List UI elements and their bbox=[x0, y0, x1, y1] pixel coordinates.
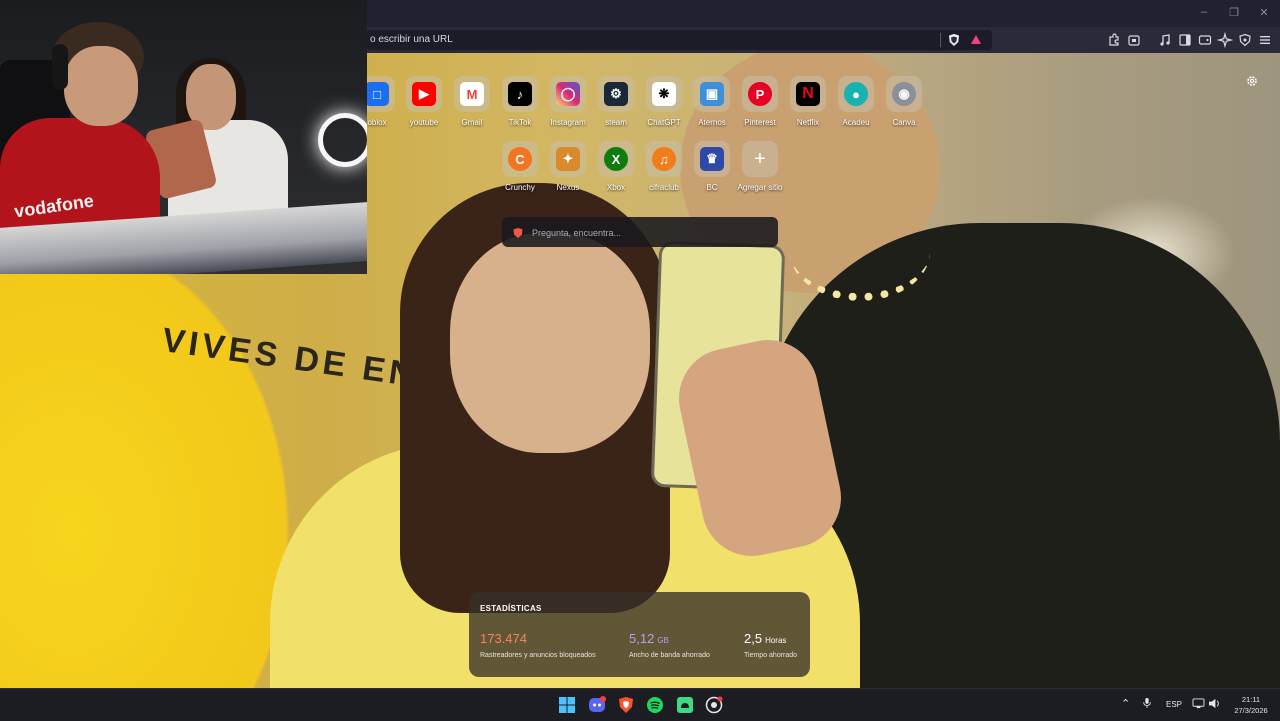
spotify-icon[interactable] bbox=[646, 696, 664, 714]
sidebar-icon[interactable] bbox=[1177, 32, 1193, 48]
gmail-icon: M bbox=[460, 82, 484, 106]
time-value: 2,5 bbox=[744, 631, 763, 646]
android-app-icon[interactable] bbox=[676, 696, 694, 714]
stat-bandwidth: 5,12 GB Ancho de banda ahorrado bbox=[629, 630, 710, 659]
trackers-label: Rastreadores y anuncios bloqueados bbox=[480, 652, 596, 659]
volume-icon[interactable] bbox=[1208, 698, 1221, 711]
netflix-icon: N bbox=[796, 82, 820, 106]
vpn-shield-icon[interactable] bbox=[1237, 32, 1253, 48]
search-placeholder: Pregunta, encuentra... bbox=[532, 228, 622, 238]
wallet-icon[interactable] bbox=[1126, 32, 1142, 48]
cifraclub-icon: ♫ bbox=[652, 147, 676, 171]
windows-start-icon[interactable] bbox=[558, 696, 576, 714]
add-site-label: Agregar sitio bbox=[737, 183, 783, 192]
address-bar-placeholder: o escribir una URL bbox=[370, 34, 453, 45]
aternos-icon: ▣ bbox=[700, 82, 724, 106]
tray-chevron-up-icon[interactable]: ⌃ bbox=[1121, 697, 1130, 710]
language-indicator[interactable]: ESP bbox=[1166, 700, 1182, 709]
address-bar[interactable]: o escribir una URL bbox=[366, 30, 992, 50]
search-box[interactable]: Pregunta, encuentra... bbox=[502, 217, 778, 247]
close-icon[interactable]: ✕ bbox=[1256, 6, 1272, 19]
acadeu-icon: ● bbox=[844, 82, 868, 106]
stat-time: 2,5 Horas Tiempo ahorrado bbox=[744, 630, 797, 659]
extensions-icon[interactable] bbox=[1106, 32, 1122, 48]
canva-icon: ◉ bbox=[892, 82, 916, 106]
bandwidth-unit: GB bbox=[657, 636, 669, 645]
pinterest-icon: P bbox=[748, 82, 772, 106]
media-icon[interactable] bbox=[1157, 32, 1173, 48]
wallet-card-icon[interactable] bbox=[1197, 32, 1213, 48]
top-site-label: Canva bbox=[892, 118, 916, 127]
trackers-value: 173.474 bbox=[480, 631, 527, 646]
clock-time: 21:11 bbox=[1241, 695, 1261, 704]
brave-browser-icon[interactable] bbox=[617, 696, 635, 714]
add-site-button[interactable]: + Agregar sitio bbox=[736, 141, 784, 192]
nexus-icon: ✦ bbox=[556, 147, 580, 171]
time-unit: Horas bbox=[765, 636, 787, 645]
plus-icon: + bbox=[754, 147, 766, 170]
customize-gear-icon[interactable] bbox=[1245, 74, 1259, 88]
ring-light bbox=[318, 113, 367, 167]
restore-icon[interactable]: ❐ bbox=[1226, 6, 1242, 19]
minimize-icon[interactable]: – bbox=[1196, 6, 1212, 18]
brave-shields-icon[interactable] bbox=[946, 32, 962, 48]
webcam-overlay: vodafone bbox=[0, 0, 367, 274]
network-icon[interactable] bbox=[1192, 698, 1205, 711]
webcam-boy-face bbox=[64, 46, 138, 126]
steam-icon: ⚙ bbox=[604, 82, 628, 106]
background-face bbox=[450, 233, 650, 453]
brave-rewards-icon[interactable] bbox=[968, 32, 984, 48]
discord-icon[interactable] bbox=[588, 696, 606, 714]
xbox-icon: X bbox=[604, 147, 628, 171]
clock-date: 27/3/2026 bbox=[1234, 706, 1268, 715]
instagram-icon: ◯ bbox=[556, 82, 580, 106]
microphone-icon[interactable] bbox=[1142, 697, 1152, 711]
headphone bbox=[52, 44, 68, 90]
bandwidth-label: Ancho de banda ahorrado bbox=[629, 652, 710, 659]
bc-icon: ♛ bbox=[700, 147, 724, 171]
tiktok-icon: ♪ bbox=[508, 82, 532, 106]
roblox-icon: □ bbox=[365, 82, 389, 106]
bandwidth-value: 5,12 bbox=[629, 631, 655, 646]
stats-title: ESTADÍSTICAS bbox=[480, 604, 542, 613]
toolbar-divider bbox=[940, 33, 941, 47]
brave-search-icon bbox=[512, 226, 524, 238]
system-clock[interactable]: 21:11 27/3/2026 bbox=[1228, 694, 1274, 716]
stats-widget: ESTADÍSTICAS 173.474 Rastreadores y anun… bbox=[469, 592, 810, 677]
youtube-icon: ▶ bbox=[412, 82, 436, 106]
stat-trackers: 173.474 Rastreadores y anuncios bloquead… bbox=[480, 630, 596, 659]
background-necklace bbox=[790, 203, 930, 301]
github-app-icon[interactable] bbox=[705, 696, 723, 714]
menu-icon[interactable] bbox=[1257, 32, 1273, 48]
crunchyroll-icon: C bbox=[508, 147, 532, 171]
chatgpt-icon: ❋ bbox=[652, 82, 676, 106]
time-label: Tiempo ahorrado bbox=[744, 652, 798, 659]
leo-ai-icon[interactable] bbox=[1216, 31, 1234, 49]
top-site-canva[interactable]: ◉ Canva bbox=[880, 76, 928, 127]
windows-taskbar: ⌃ ESP 21:11 27/3/2026 bbox=[0, 688, 1280, 721]
